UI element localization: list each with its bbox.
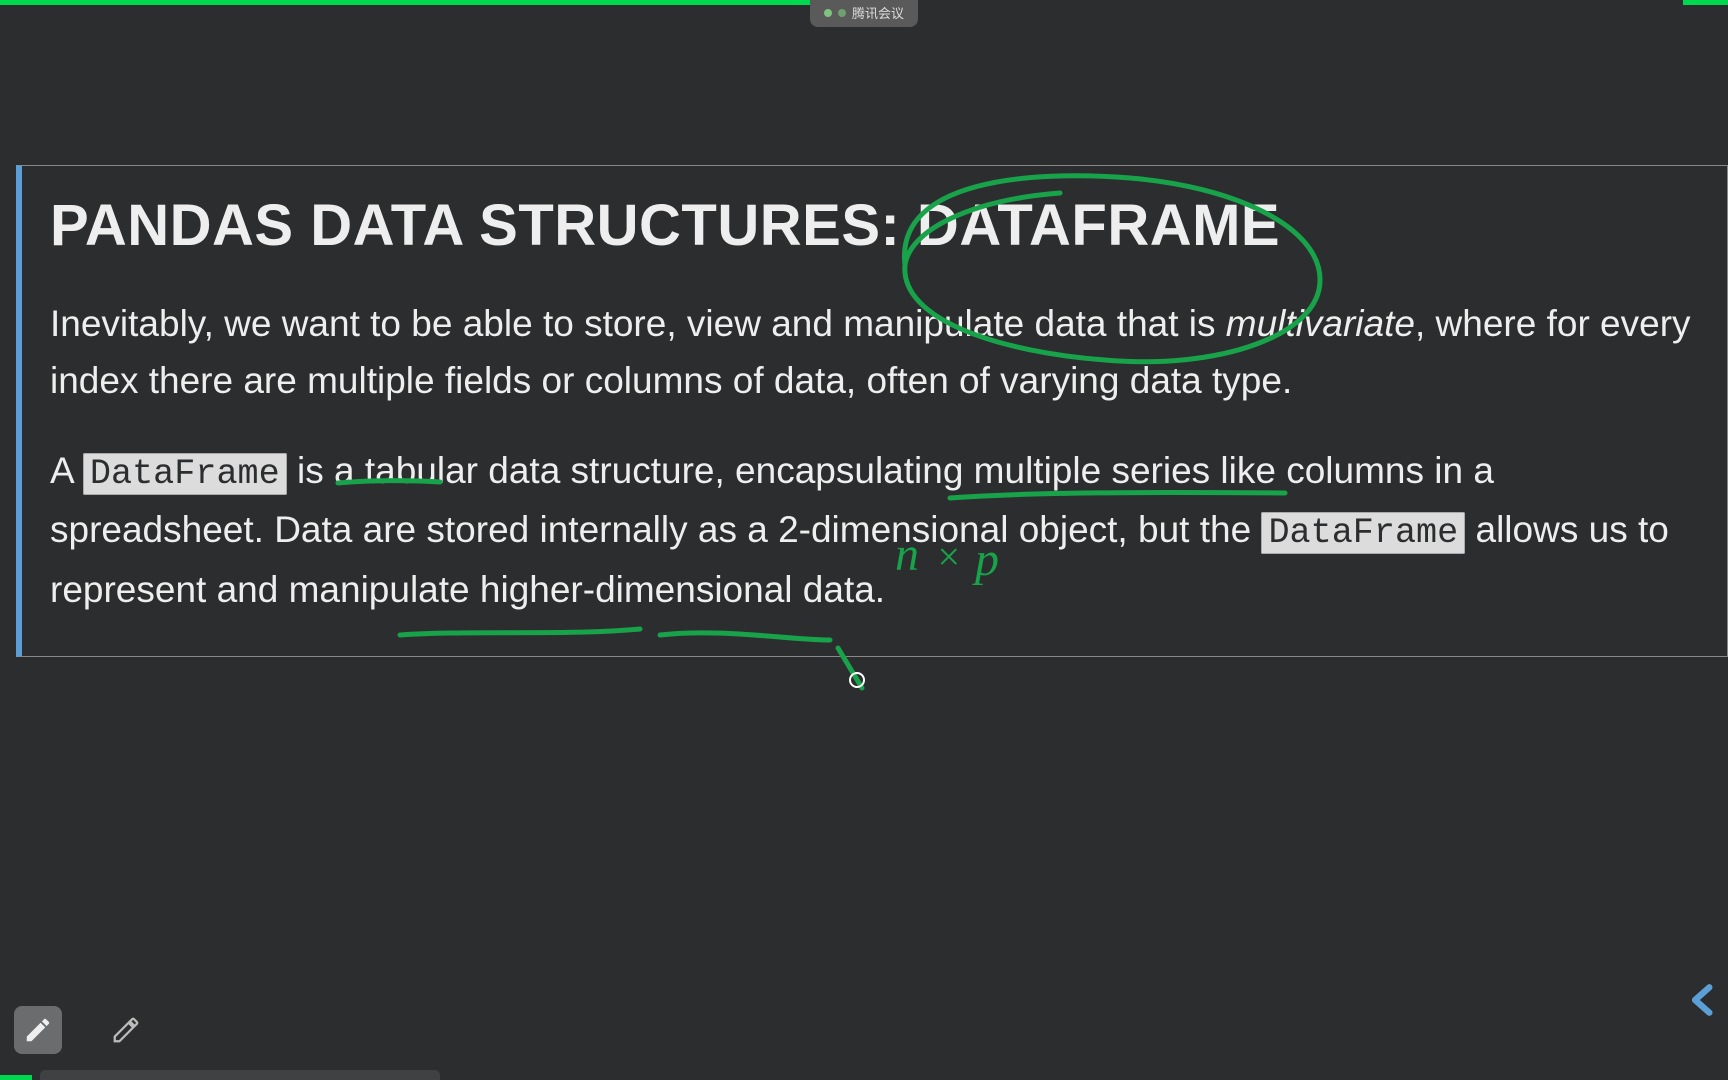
pencil-icon bbox=[111, 1015, 141, 1045]
pencil-icon bbox=[23, 1015, 53, 1045]
slide-paragraph-2: A DataFrame is a tabular data structure,… bbox=[50, 442, 1699, 618]
status-dot-icon bbox=[824, 9, 832, 17]
edge-accent-top-left bbox=[0, 0, 820, 5]
slide-content-card: PANDAS DATA STRUCTURES: DATAFRAME Inevit… bbox=[16, 165, 1728, 657]
code-dataframe: DataFrame bbox=[1261, 512, 1465, 554]
slide-paragraph-1: Inevitably, we want to be able to store,… bbox=[50, 295, 1699, 410]
edge-accent-top-right bbox=[1683, 0, 1728, 5]
chevron-left-icon bbox=[1684, 977, 1722, 1023]
nav-collapse-button[interactable] bbox=[1684, 977, 1722, 1028]
status-dot-icon bbox=[838, 9, 846, 17]
code-dataframe: DataFrame bbox=[83, 453, 287, 495]
text-segment: Inevitably, we want to be able to store,… bbox=[50, 303, 1226, 344]
meeting-bar-label: 腾讯会议 bbox=[852, 3, 904, 22]
meeting-bar[interactable]: 腾讯会议 bbox=[810, 0, 918, 27]
annotate-outline-button[interactable] bbox=[102, 1006, 150, 1054]
edge-accent-bottom-left bbox=[0, 1075, 32, 1080]
horizontal-scrollbar[interactable] bbox=[40, 1070, 440, 1080]
presenter-cursor bbox=[849, 672, 865, 688]
emphasis-multivariate: multivariate bbox=[1226, 303, 1415, 344]
presenter-toolbar bbox=[14, 1006, 150, 1054]
slide-heading: PANDAS DATA STRUCTURES: DATAFRAME bbox=[50, 194, 1699, 259]
annotate-button[interactable] bbox=[14, 1006, 62, 1054]
text-segment: A bbox=[50, 450, 83, 491]
